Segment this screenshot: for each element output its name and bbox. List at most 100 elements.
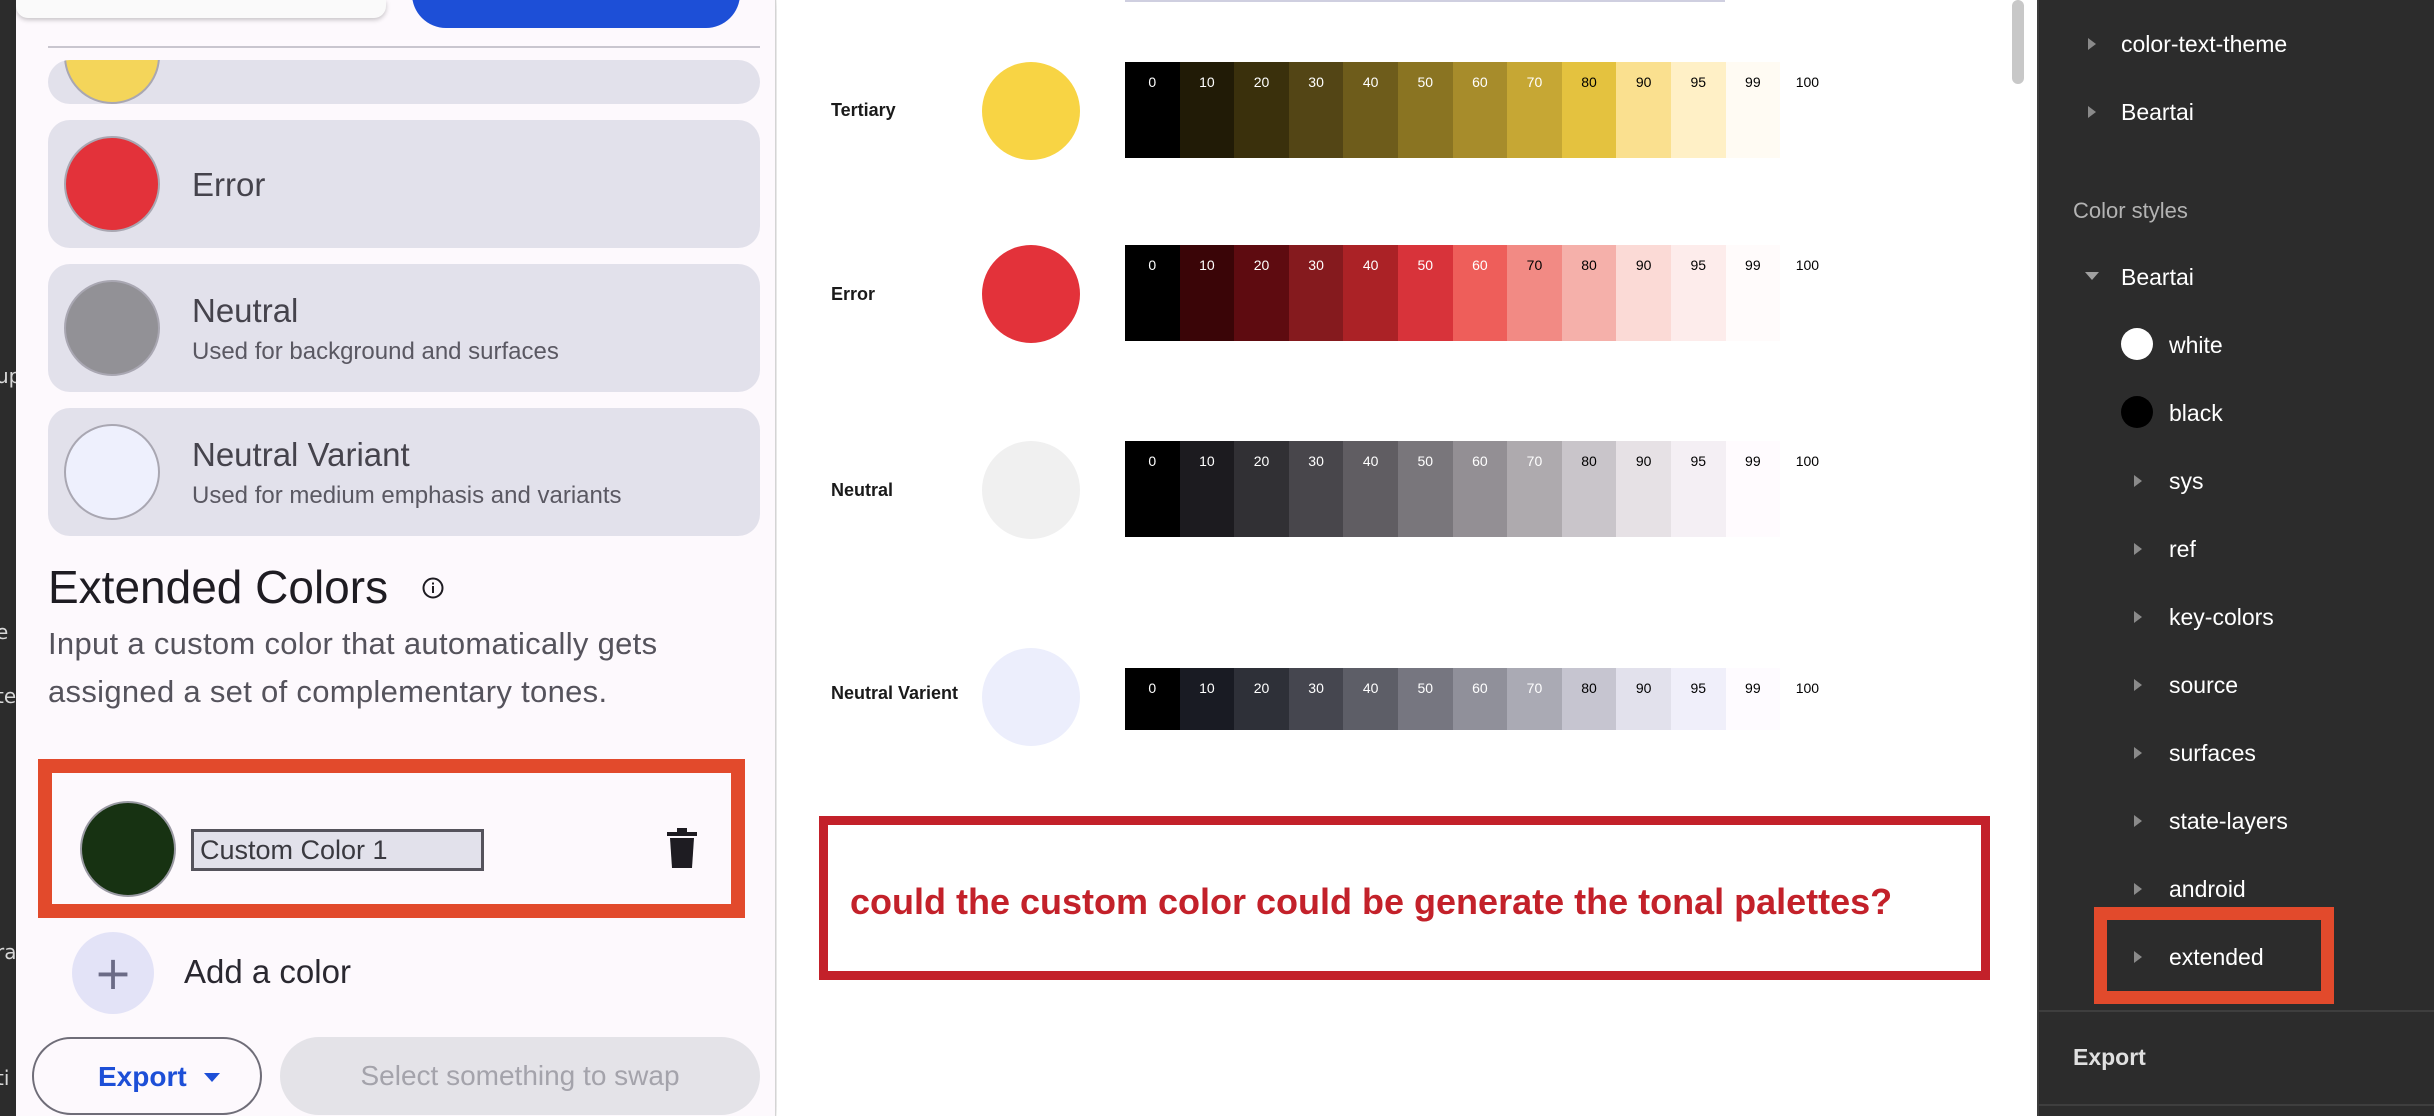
neutral-variant-color-card[interactable]: Neutral Variant Used for medium emphasis…	[48, 408, 760, 536]
custom-color-row	[38, 759, 745, 918]
folder-surfaces[interactable]: surfaces	[2169, 740, 2256, 767]
tree-item-color-text-theme[interactable]: color-text-theme	[2121, 31, 2287, 58]
tone-label: 70	[1526, 680, 1543, 696]
tone-swatch: 30	[1288, 668, 1344, 730]
styles-sidebar: color-text-theme Beartai Color styles Be…	[2037, 0, 2434, 1116]
tone-swatch: 0	[1125, 441, 1180, 537]
caret-right-icon[interactable]	[2088, 38, 2096, 50]
tone-swatch: 100	[1780, 245, 1835, 341]
swap-button[interactable]: Select something to swap	[280, 1037, 760, 1115]
custom-color-swatch[interactable]	[80, 801, 176, 897]
top-secondary-button[interactable]	[16, 0, 386, 18]
caret-right-icon[interactable]	[2088, 106, 2096, 118]
color-swatch[interactable]	[64, 136, 160, 232]
tone-swatch: 10	[1179, 441, 1235, 537]
trash-icon[interactable]	[667, 828, 697, 868]
style-white[interactable]: white	[2169, 332, 2223, 359]
tone-label: 60	[1472, 453, 1488, 469]
edge-fragment: te	[0, 684, 16, 708]
caret-right-icon[interactable]	[2134, 815, 2142, 827]
folder-key-colors[interactable]: key-colors	[2169, 604, 2274, 631]
palette-label: Neutral Varient	[831, 683, 959, 703]
tone-label: 99	[1745, 257, 1761, 273]
folder-android[interactable]: android	[2169, 876, 2246, 903]
tone-swatch: 90	[1616, 62, 1671, 158]
caret-down-icon[interactable]	[2085, 272, 2099, 280]
tone-label: 80	[1581, 257, 1597, 273]
tone-label: 0	[1148, 257, 1157, 273]
tone-label: 80	[1581, 453, 1597, 469]
tone-label: 30	[1308, 453, 1324, 469]
tone-swatch: 50	[1397, 441, 1453, 537]
tone-swatch: 0	[1125, 245, 1180, 341]
tone-label: 100	[1795, 257, 1820, 273]
top-primary-button[interactable]	[412, 0, 740, 28]
folder-source[interactable]: source	[2169, 672, 2238, 699]
error-color-card[interactable]: Error	[48, 120, 760, 248]
custom-color-name-input[interactable]	[191, 829, 484, 871]
tertiary-color-card[interactable]	[48, 60, 760, 104]
caret-right-icon[interactable]	[2134, 611, 2142, 623]
export-button[interactable]: Export	[32, 1037, 262, 1115]
tone-label: 99	[1745, 74, 1761, 90]
card-title: Neutral Variant	[192, 436, 410, 473]
tone-strip: 0 10 20 30 40 50 60 70 80 90 95 99 100	[1125, 245, 1835, 341]
tone-label: 60	[1472, 257, 1488, 273]
tone-label: 20	[1253, 257, 1270, 273]
neutral-color-card[interactable]: Neutral Used for background and surfaces	[48, 264, 760, 392]
tone-label: 80	[1581, 680, 1597, 696]
tone-label: 20	[1253, 453, 1270, 469]
info-icon[interactable]	[421, 576, 445, 600]
palette-label: Error	[831, 284, 876, 304]
app-window: up e te ra ti Error Neutral Used for bac…	[0, 0, 2434, 1116]
folder-sys[interactable]: sys	[2169, 468, 2204, 495]
tone-swatch: 40	[1343, 668, 1398, 730]
card-title: Error	[192, 166, 266, 203]
folder-ref[interactable]: ref	[2169, 536, 2196, 563]
tone-label: 20	[1253, 680, 1270, 696]
theme-builder-panel: Error Neutral Used for background and su…	[16, 0, 776, 1116]
caret-right-icon[interactable]	[2134, 543, 2142, 555]
color-swatch[interactable]	[64, 60, 160, 104]
tone-label: 100	[1795, 453, 1820, 469]
tone-label: 95	[1690, 680, 1707, 696]
caret-right-icon[interactable]	[2134, 883, 2142, 895]
tone-swatch: 90	[1616, 245, 1671, 341]
tone-swatch: 80	[1561, 62, 1617, 158]
black-swatch	[2121, 396, 2153, 428]
tone-label: 0	[1148, 680, 1157, 696]
tone-swatch: 70	[1507, 62, 1562, 158]
edge-fragment: up	[0, 364, 16, 388]
tone-label: 90	[1635, 453, 1652, 469]
tone-swatch: 95	[1670, 441, 1726, 537]
tone-swatch: 0	[1125, 62, 1180, 158]
tree-item-beartai[interactable]: Beartai	[2121, 99, 2194, 126]
tone-swatch: 80	[1561, 668, 1617, 730]
tone-swatch: 40	[1343, 62, 1398, 158]
palette-label: Tertiary	[831, 100, 896, 120]
style-black[interactable]: black	[2169, 400, 2223, 427]
color-swatch[interactable]	[64, 280, 160, 376]
white-swatch	[2121, 328, 2153, 360]
tone-swatch: 90	[1616, 668, 1671, 730]
caret-right-icon[interactable]	[2134, 747, 2142, 759]
tone-label: 70	[1526, 74, 1543, 90]
caret-right-icon[interactable]	[2134, 679, 2142, 691]
folder-state-layers[interactable]: state-layers	[2169, 808, 2288, 835]
caret-right-icon[interactable]	[2134, 475, 2142, 487]
tone-label: 40	[1362, 453, 1379, 469]
tone-swatch: 30	[1288, 441, 1344, 537]
scrollbar[interactable]	[2012, 0, 2024, 84]
tone-swatch: 60	[1452, 245, 1508, 341]
add-color-label[interactable]: Add a color	[184, 953, 351, 991]
color-swatch[interactable]	[64, 424, 160, 520]
tone-swatch: 99	[1725, 245, 1781, 341]
tone-label: 100	[1795, 680, 1820, 696]
tone-label: 100	[1795, 74, 1820, 90]
group-beartai[interactable]: Beartai	[2121, 264, 2194, 291]
divider	[48, 46, 760, 48]
tone-label: 30	[1308, 257, 1324, 273]
tone-label: 0	[1148, 74, 1157, 90]
tone-swatch: 80	[1561, 441, 1617, 537]
tone-label: 30	[1308, 74, 1324, 90]
